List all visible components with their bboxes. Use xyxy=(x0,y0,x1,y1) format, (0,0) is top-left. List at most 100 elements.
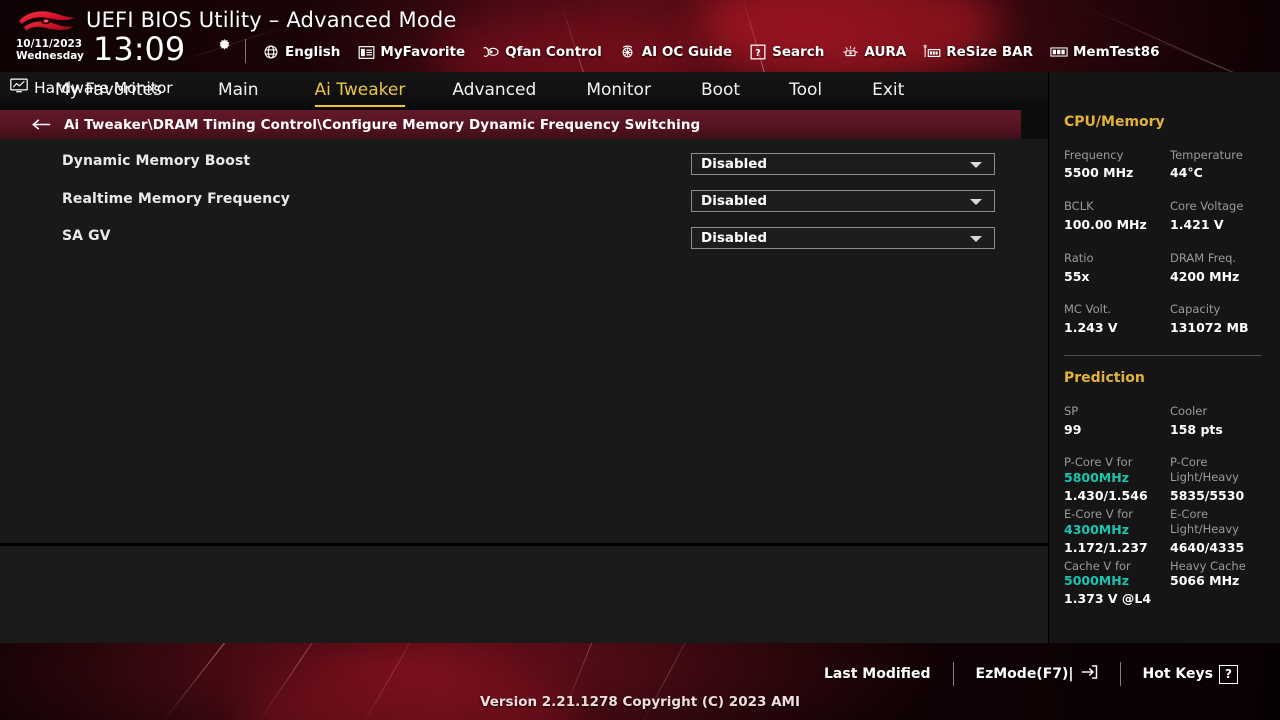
header-item-label: Qfan Control xyxy=(505,44,602,60)
hwm-value-cooler: 158 pts xyxy=(1170,422,1223,437)
hwm-label-mc-volt: MC Volt. xyxy=(1064,302,1111,316)
header-item-aura[interactable]: AURA xyxy=(841,44,906,60)
hwm-value-mc-volt: 1.243 V xyxy=(1064,320,1118,335)
breadcrumb-path: Ai Tweaker\DRAM Timing Control\Configure… xyxy=(64,116,701,133)
header-item-label: MyFavorite xyxy=(380,44,466,60)
help-panel xyxy=(0,546,1048,643)
hwm-value-ratio: 55x xyxy=(1064,269,1090,284)
svg-text:?: ? xyxy=(755,48,761,59)
hwm-divider xyxy=(1064,355,1262,356)
exit-arrow-icon xyxy=(1080,664,1098,684)
ai-chip-icon xyxy=(619,44,637,60)
hwm-label-sp: SP xyxy=(1064,404,1079,418)
hwm-label-dram-freq: DRAM Freq. xyxy=(1170,251,1237,265)
hardware-monitor-title-label: Hardware Monitor xyxy=(34,78,173,97)
lighting-icon xyxy=(841,44,859,60)
hwm-label-ecore: E-Core xyxy=(1170,507,1209,521)
header-item-search[interactable]: ? Search xyxy=(749,44,824,60)
hwm-value-capacity: 131072 MB xyxy=(1170,320,1249,335)
last-modified-button[interactable]: Last Modified xyxy=(802,666,953,682)
header-item-memtest86[interactable]: MemTest86 xyxy=(1050,44,1160,60)
hwm-value-sp: 99 xyxy=(1064,422,1082,437)
dropdown-value: Disabled xyxy=(701,230,768,246)
setting-label: SA GV xyxy=(62,228,111,244)
hardware-monitor-title: Hardware Monitor xyxy=(10,78,173,97)
header-menu: English MyFavorite Qfan Control AI OC Gu… xyxy=(262,40,1160,64)
hwm-label-pcore: P-Core xyxy=(1170,455,1208,469)
tab-monitor[interactable]: Monitor xyxy=(586,80,651,102)
setting-row-sa-gv[interactable]: SA GV Disabled xyxy=(0,217,1048,255)
hwm-label-ecore-light-heavy: Light/Heavy xyxy=(1170,522,1239,536)
tab-label: Main xyxy=(217,80,259,100)
dropdown-value: Disabled xyxy=(701,193,768,209)
date-display: 10/11/2023 Wednesday xyxy=(16,38,84,62)
weekday-value: Wednesday xyxy=(16,50,84,62)
header-item-english[interactable]: English xyxy=(262,44,340,60)
dropdown-sa-gv[interactable]: Disabled xyxy=(691,227,995,249)
tab-label: Advanced xyxy=(452,80,537,100)
setting-label: Realtime Memory Frequency xyxy=(62,191,290,207)
header-item-label: Search xyxy=(772,44,825,60)
question-box-icon: ? xyxy=(749,44,767,60)
hwm-value-frequency: 5500 MHz xyxy=(1064,165,1134,180)
dropdown-dynamic-memory-boost[interactable]: Disabled xyxy=(691,153,995,175)
header-item-label: MemTest86 xyxy=(1073,44,1160,60)
hwm-label-temperature: Temperature xyxy=(1170,148,1243,162)
hwm-label-frequency: Frequency xyxy=(1064,148,1124,162)
setting-label: Dynamic Memory Boost xyxy=(62,153,251,169)
monitor-chart-icon xyxy=(10,78,28,97)
setting-row-dynamic-memory-boost[interactable]: Dynamic Memory Boost Disabled xyxy=(0,142,1048,180)
clock-value: 13:09 xyxy=(93,30,186,68)
tab-tool[interactable]: Tool xyxy=(789,80,822,102)
header-item-qfan-control[interactable]: Qfan Control xyxy=(482,44,602,60)
fan-icon xyxy=(482,44,500,60)
header-item-label: English xyxy=(285,44,341,60)
setting-row-realtime-memory-frequency[interactable]: Realtime Memory Frequency Disabled xyxy=(0,180,1048,218)
tab-main[interactable]: Main xyxy=(218,80,259,102)
gear-icon[interactable] xyxy=(217,38,232,53)
chevron-down-icon xyxy=(970,199,982,205)
version-text: Version 2.21.1278 Copyright (C) 2023 AMI xyxy=(480,694,800,710)
ezmode-label: EzMode(F7)| xyxy=(975,666,1074,682)
header-bar: UEFI BIOS Utility – Advanced Mode 10/11/… xyxy=(0,0,1280,72)
chevron-down-icon xyxy=(970,236,982,242)
bios-screen: UEFI BIOS Utility – Advanced Mode 10/11/… xyxy=(0,0,1280,720)
header-item-ai-oc-guide[interactable]: AI OC Guide xyxy=(619,44,732,60)
hwm-value-dram-freq: 4200 MHz xyxy=(1170,269,1240,284)
ezmode-button[interactable]: EzMode(F7)| xyxy=(954,664,1120,684)
page-title: UEFI BIOS Utility – Advanced Mode xyxy=(86,8,457,32)
hwm-value-cache-voltage: 1.373 V @L4 xyxy=(1064,591,1152,606)
tab-boot[interactable]: Boot xyxy=(701,80,740,102)
hwm-label-cooler: Cooler xyxy=(1170,404,1208,418)
hwm-label-heavy-cache: Heavy Cache xyxy=(1170,559,1246,573)
hwm-label-bclk: BCLK xyxy=(1064,199,1094,213)
hwm-value-ecore-light-heavy: 4640/4335 xyxy=(1170,540,1245,555)
header-item-resize-bar[interactable]: ReSize BAR xyxy=(923,44,1033,60)
tab-label: Ai Tweaker xyxy=(314,80,406,100)
hwm-value-pcore-freq: 5800MHz xyxy=(1064,470,1129,485)
hwm-section-cpu-memory: CPU/Memory xyxy=(1064,114,1165,130)
header-item-label: AURA xyxy=(864,44,907,60)
hot-keys-label: Hot Keys xyxy=(1142,666,1213,682)
back-arrow-icon[interactable] xyxy=(32,118,52,131)
hot-keys-button[interactable]: Hot Keys ? xyxy=(1121,664,1260,684)
hwm-value-ecore-voltage: 1.172/1.237 xyxy=(1064,540,1148,555)
tab-label: Boot xyxy=(700,80,741,100)
hwm-label-pcore-light-heavy: Light/Heavy xyxy=(1170,470,1239,484)
tab-label: Exit xyxy=(872,80,905,100)
hwm-value-temperature: 44°C xyxy=(1170,165,1203,180)
hwm-value-core-voltage: 1.421 V xyxy=(1170,217,1224,232)
header-item-myfavorite[interactable]: MyFavorite xyxy=(357,44,465,60)
tab-ai-tweaker[interactable]: Ai Tweaker xyxy=(314,80,406,107)
hwm-value-bclk: 100.00 MHz xyxy=(1064,217,1147,232)
hwm-label-ratio: Ratio xyxy=(1064,251,1094,265)
tab-advanced[interactable]: Advanced xyxy=(452,80,536,102)
memory-module-icon xyxy=(1050,44,1068,60)
tab-exit[interactable]: Exit xyxy=(872,80,904,102)
hwm-label-pcore-v-for: P-Core V for xyxy=(1064,455,1133,469)
breadcrumb[interactable]: Ai Tweaker\DRAM Timing Control\Configure… xyxy=(0,110,1021,139)
footer-bar: Last Modified EzMode(F7)| Hot Keys ? Ver… xyxy=(0,643,1280,720)
dropdown-realtime-memory-frequency[interactable]: Disabled xyxy=(691,190,995,212)
header-item-label: ReSize BAR xyxy=(946,44,1033,60)
header-divider xyxy=(245,39,246,63)
